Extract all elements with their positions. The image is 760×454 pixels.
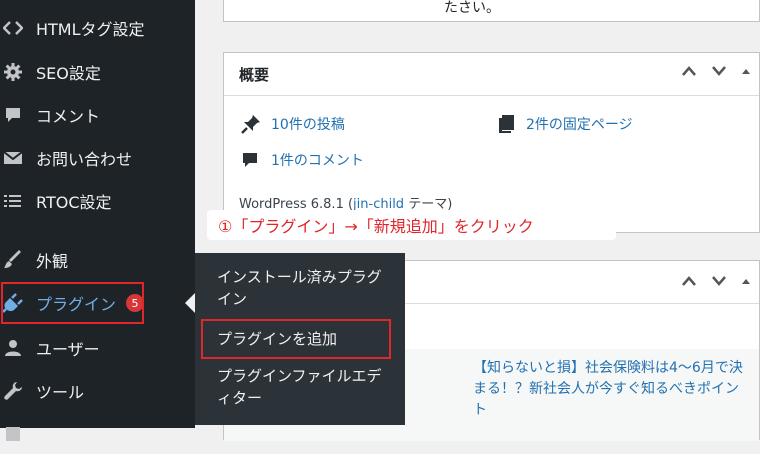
code-icon	[2, 17, 24, 39]
panel-divider	[224, 95, 759, 96]
news-headline-link[interactable]: 【知らないと損】社会保険料は4〜6月で決まる！？新社会人が今すぐ知るべきポイント	[473, 358, 748, 421]
comment-icon	[241, 151, 259, 169]
list-icon	[2, 190, 24, 212]
gear-icon	[2, 61, 24, 83]
chevron-down-icon[interactable]	[711, 275, 727, 287]
chevron-down-icon[interactable]	[711, 65, 727, 77]
menu-contact[interactable]: お問い合わせ	[0, 138, 195, 178]
menu-settings[interactable]	[0, 414, 195, 454]
menu-label: お問い合わせ	[36, 150, 133, 169]
menu-tools[interactable]: ツール	[0, 371, 195, 411]
submenu-add-plugin[interactable]: プラグインを追加	[217, 328, 395, 350]
overview-panel: 概要 10件の投稿 2件の固定ページ 1件のコメント WordPress 6.8…	[223, 52, 760, 233]
menu-rtoc[interactable]: RTOC設定	[0, 181, 195, 221]
menu-users[interactable]: ユーザー	[0, 328, 195, 368]
settings-icon	[2, 423, 24, 445]
submenu-installed-plugins[interactable]: インストール済みプラグイン	[217, 266, 395, 310]
instruction-callout: ①「プラグイン」→「新規追加」をクリック	[207, 210, 616, 240]
submenu-plugin-editor[interactable]: プラグインファイルエディター	[217, 365, 395, 409]
toggle-arrow-icon[interactable]	[741, 66, 751, 76]
menu-comments[interactable]: コメント	[0, 95, 195, 135]
highlight-frame-plugins	[1, 282, 144, 324]
mail-icon	[2, 147, 24, 169]
pin-icon	[241, 114, 261, 134]
menu-label: RTOC設定	[36, 193, 112, 212]
menu-label: HTMLタグ設定	[36, 20, 145, 39]
overview-title: 概要	[239, 66, 270, 84]
comment-icon	[2, 104, 24, 126]
menu-label: ユーザー	[36, 340, 100, 359]
menu-appearance[interactable]: 外観	[0, 240, 195, 280]
top-panel: たさい。	[223, 0, 760, 22]
menu-label: SEO設定	[36, 64, 101, 83]
brush-icon	[2, 249, 24, 271]
admin-sidebar: HTMLタグ設定 SEO設定 コメント お問い合わせ RTOC設定 外観 プラグ…	[0, 0, 195, 441]
menu-html-tag[interactable]: HTMLタグ設定	[0, 8, 195, 48]
pages-count-row[interactable]: 2件の固定ページ	[498, 114, 633, 134]
chevron-up-icon[interactable]	[681, 65, 697, 77]
menu-label: ツール	[36, 383, 85, 402]
posts-count-row[interactable]: 10件の投稿	[241, 114, 345, 134]
user-icon	[2, 337, 24, 359]
comments-count-link[interactable]: 1件のコメント	[271, 150, 364, 170]
panel-controls	[681, 65, 751, 77]
comments-count-row[interactable]: 1件のコメント	[241, 150, 364, 170]
wrench-icon	[2, 380, 24, 402]
menu-label: コメント	[36, 107, 101, 126]
posts-count-link[interactable]: 10件の投稿	[271, 114, 345, 134]
panel-controls	[681, 275, 751, 287]
toggle-arrow-icon[interactable]	[741, 276, 751, 286]
chevron-up-icon[interactable]	[681, 275, 697, 287]
menu-seo[interactable]: SEO設定	[0, 52, 195, 92]
flyout-pointer	[185, 293, 195, 313]
top-panel-text: たさい。	[444, 0, 500, 16]
page-icon	[498, 114, 516, 134]
menu-label: 外観	[36, 252, 69, 271]
plugins-submenu: インストール済みプラグイン プラグインを追加 プラグインファイルエディター	[195, 253, 405, 425]
pages-count-link[interactable]: 2件の固定ページ	[526, 114, 633, 134]
